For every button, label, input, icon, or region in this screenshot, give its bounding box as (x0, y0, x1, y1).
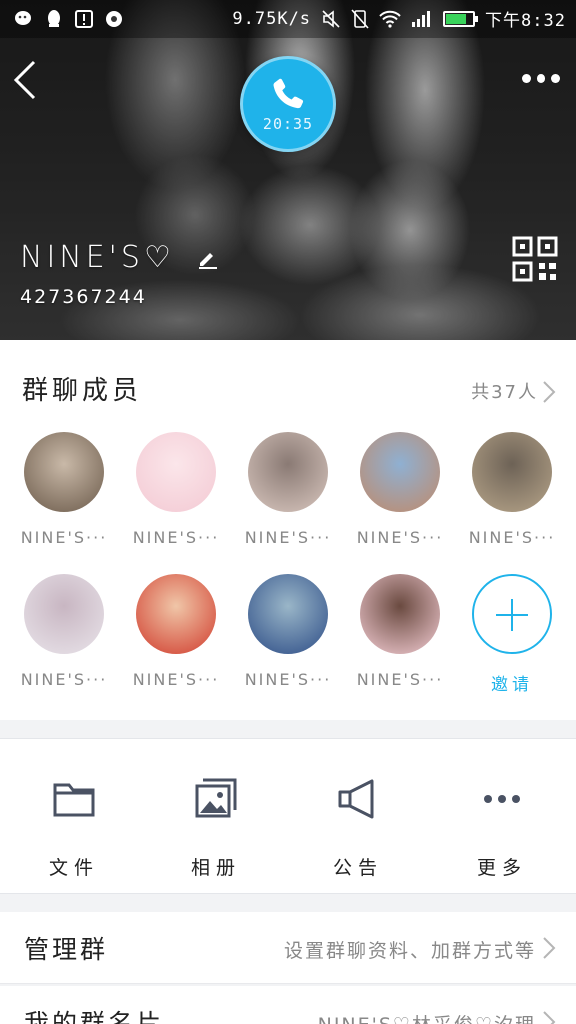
member-avatar (248, 574, 328, 654)
member-avatar (248, 432, 328, 512)
system-status: 9.75K/s 下午8:32 (232, 6, 566, 32)
files-label: 文件 (48, 857, 99, 879)
announcement-label: 公告 (332, 857, 383, 879)
member-name: NINE'S··· (356, 528, 444, 547)
more-options-button[interactable] (522, 66, 561, 90)
battery-level (446, 13, 466, 24)
status-bar: 9.75K/s 下午8:32 (0, 0, 576, 38)
member-item[interactable]: NINE'S··· (126, 432, 226, 547)
member-avatar (136, 574, 216, 654)
more-shortcut[interactable]: 更多 (430, 777, 574, 880)
member-name: NINE'S··· (20, 528, 108, 547)
wechat-icon (15, 11, 31, 25)
edit-icon[interactable] (196, 246, 220, 270)
manage-group-row[interactable]: 管理群 设置群聊资料、加群方式等 (0, 912, 576, 984)
message-icon (106, 11, 122, 27)
member-avatar (360, 432, 440, 512)
chevron-right-icon (543, 1011, 556, 1024)
album-label: 相册 (190, 857, 241, 879)
member-avatar (360, 574, 440, 654)
member-name: NINE'S··· (20, 670, 108, 689)
my-group-card-value: NINE'S♡林采俊♡汐理 (318, 1010, 536, 1024)
member-avatar (24, 432, 104, 512)
call-duration: 20:35 (262, 115, 314, 133)
group-call-button[interactable]: 20:35 (240, 56, 336, 152)
member-name: NINE'S··· (356, 670, 444, 689)
signal-icon (412, 10, 431, 27)
member-name: NINE'S··· (244, 528, 332, 547)
member-avatar (136, 432, 216, 512)
invite-button[interactable]: 邀请 (462, 574, 562, 695)
announcement-shortcut[interactable]: 公告 (286, 777, 430, 880)
member-item[interactable]: NINE'S··· (462, 432, 562, 547)
member-item[interactable]: NINE'S··· (14, 432, 114, 547)
members-title: 群聊成员 (22, 376, 143, 406)
mute-icon (322, 9, 340, 28)
members-section: 群聊成员 共37人 NINE'S··· NINE'S··· NINE'S··· NIN… (0, 340, 576, 720)
megaphone-icon (338, 779, 374, 819)
member-name: NINE'S··· (468, 528, 556, 547)
album-shortcut[interactable]: 相册 (144, 777, 288, 880)
network-speed: 9.75K/s (232, 8, 312, 29)
chevron-right-icon (543, 937, 556, 959)
shortcut-bar: 文件 相册 公告 更多 (0, 738, 576, 894)
my-group-card-row[interactable]: 我的群名片 NINE'S♡林采俊♡汐理 (0, 986, 576, 1024)
manage-group-hint: 设置群聊资料、加群方式等 (283, 940, 536, 962)
member-count[interactable]: 共37人 (471, 378, 538, 404)
notification-icons (14, 9, 124, 29)
member-item[interactable]: NINE'S··· (350, 432, 450, 547)
member-avatar (24, 574, 104, 654)
wifi-icon (379, 10, 401, 28)
member-name: NINE'S··· (132, 670, 220, 689)
more-dots-icon (484, 795, 520, 803)
member-item[interactable]: NINE'S··· (350, 574, 450, 689)
folder-icon (53, 783, 95, 817)
phone-icon (273, 78, 304, 109)
member-item[interactable]: NINE'S··· (126, 574, 226, 689)
alert-icon (75, 10, 93, 28)
member-name: NINE'S··· (244, 670, 332, 689)
member-avatar (472, 432, 552, 512)
member-item[interactable]: NINE'S··· (238, 432, 338, 547)
member-name: NINE'S··· (132, 528, 220, 547)
plus-icon (472, 574, 552, 654)
clock: 下午8:32 (485, 11, 566, 31)
member-item[interactable]: NINE'S··· (238, 574, 338, 689)
my-group-card-label: 我的群名片 (24, 1009, 165, 1024)
files-shortcut[interactable]: 文件 (2, 777, 146, 880)
invite-label: 邀请 (491, 675, 533, 695)
battery-icon (443, 10, 479, 27)
group-id: 427367244 (20, 286, 147, 308)
chevron-right-icon[interactable] (542, 380, 556, 404)
member-item[interactable]: NINE'S··· (14, 574, 114, 689)
manage-group-label: 管理群 (24, 935, 109, 964)
more-label: 更多 (476, 857, 527, 879)
back-button[interactable] (12, 58, 38, 102)
qr-code-icon[interactable] (512, 236, 558, 282)
album-icon (195, 778, 237, 818)
vibrate-off-icon (351, 8, 369, 29)
group-name: NINE'S♡ (20, 240, 175, 275)
qq-icon (48, 10, 60, 27)
